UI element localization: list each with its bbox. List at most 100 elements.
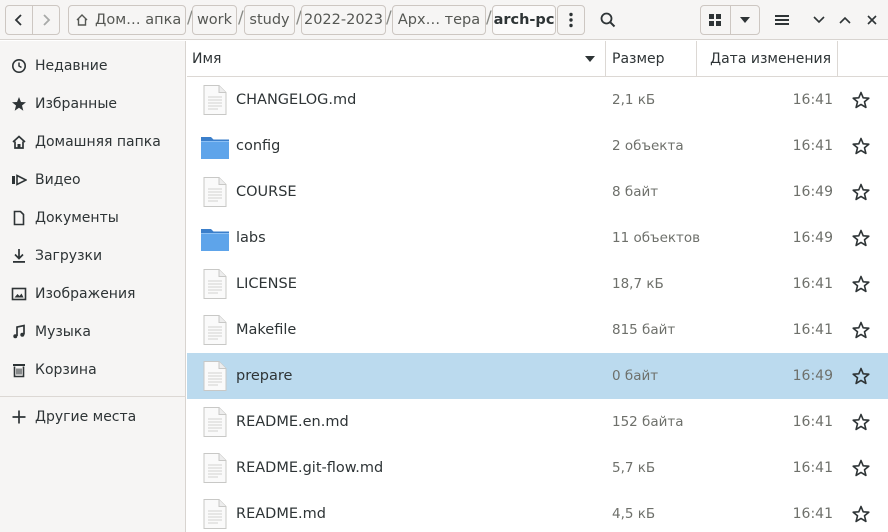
file-size: 152 байта	[612, 414, 684, 430]
sidebar-item-music[interactable]: Музыка	[0, 313, 186, 351]
table-row[interactable]: README.en.md 152 байта 16:41	[187, 399, 888, 445]
file-modified: 16:49	[792, 368, 833, 384]
file-modified: 16:41	[792, 506, 833, 522]
path-menu-button[interactable]	[557, 5, 585, 35]
view-options-button[interactable]	[731, 6, 759, 34]
sidebar-item-trash[interactable]: Корзина	[0, 351, 186, 389]
file-size: 8 байт	[612, 184, 659, 200]
text-file-icon	[200, 360, 230, 392]
sidebar-item-label: Изображения	[35, 286, 136, 302]
breadcrumb-label: arch-pc	[493, 12, 555, 28]
table-row[interactable]: Makefile 815 байт 16:41	[187, 307, 888, 353]
table-row[interactable]: README.git-flow.md 5,7 кБ 16:41	[187, 445, 888, 491]
download-icon	[10, 248, 27, 265]
column-star-header	[838, 41, 888, 77]
home-icon	[10, 134, 27, 151]
sidebar-item-documents[interactable]: Документы	[0, 199, 186, 237]
star-icon[interactable]	[852, 275, 870, 293]
star-icon[interactable]	[852, 367, 870, 385]
more-vertical-icon	[569, 12, 573, 28]
breadcrumb-item[interactable]: study	[244, 5, 295, 35]
sidebar-item-videos[interactable]: Видео	[0, 161, 186, 199]
minimize-button[interactable]	[808, 5, 830, 35]
file-name: README.en.md	[236, 414, 349, 430]
text-file-icon	[200, 84, 230, 116]
text-file-icon	[200, 406, 230, 438]
sidebar-item-label: Корзина	[35, 362, 97, 378]
column-size-label: Размер	[612, 51, 665, 67]
star-icon[interactable]	[852, 137, 870, 155]
file-modified: 16:49	[792, 184, 833, 200]
sidebar-item-other-locations[interactable]: Другие места	[0, 398, 186, 436]
column-size-header[interactable]: Размер	[606, 41, 697, 77]
sidebar-item-downloads[interactable]: Загрузки	[0, 237, 186, 275]
close-button[interactable]	[861, 5, 883, 35]
breadcrumb-label: 2022-2023	[303, 12, 384, 28]
table-row[interactable]: CHANGELOG.md 2,1 кБ 16:41	[187, 77, 888, 123]
view-switcher	[700, 5, 760, 35]
sidebar-item-pictures[interactable]: Изображения	[0, 275, 186, 313]
sidebar-divider	[0, 396, 186, 397]
file-name: LICENSE	[236, 276, 297, 292]
file-name: COURSE	[236, 184, 297, 200]
star-icon[interactable]	[852, 459, 870, 477]
sidebar-item-home[interactable]: Домашняя папка	[0, 123, 186, 161]
sidebar-item-label: Домашняя папка	[35, 134, 161, 150]
search-icon	[600, 12, 616, 28]
column-date-header[interactable]: Дата изменения	[697, 41, 838, 77]
table-row[interactable]: COURSE 8 байт 16:49	[187, 169, 888, 215]
file-modified: 16:49	[792, 230, 833, 246]
music-icon	[10, 324, 27, 341]
breadcrumb-label: work	[196, 12, 233, 28]
chevron-down-icon	[813, 16, 825, 24]
file-size: 11 объектов	[612, 230, 701, 246]
close-icon	[867, 15, 877, 25]
sidebar-item-recent[interactable]: Недавние	[0, 47, 186, 85]
file-modified: 16:41	[792, 92, 833, 108]
breadcrumb-separator: /	[386, 8, 392, 28]
table-row[interactable]: config 2 объекта 16:41	[187, 123, 888, 169]
file-name: README.md	[236, 506, 326, 522]
table-row[interactable]: prepare 0 байт 16:49	[187, 353, 888, 399]
sort-descending-icon	[585, 56, 595, 62]
file-name: CHANGELOG.md	[236, 92, 357, 108]
breadcrumb-item[interactable]: Арх… тера	[392, 5, 486, 35]
star-icon[interactable]	[852, 229, 870, 247]
sidebar-item-starred[interactable]: Избранные	[0, 85, 186, 123]
file-modified: 16:41	[792, 276, 833, 292]
star-icon[interactable]	[852, 413, 870, 431]
main-menu-button[interactable]	[770, 5, 794, 35]
table-row[interactable]: labs 11 объектов 16:49	[187, 215, 888, 261]
maximize-button[interactable]	[834, 5, 856, 35]
star-icon[interactable]	[852, 183, 870, 201]
star-icon[interactable]	[852, 505, 870, 523]
search-button[interactable]	[595, 5, 621, 35]
file-name: README.git-flow.md	[236, 460, 384, 476]
grid-view-button[interactable]	[701, 6, 731, 34]
hamburger-icon	[775, 15, 789, 25]
file-list: Имя Размер Дата изменения CHANGELOG.md 2,…	[187, 41, 888, 532]
header-bar: Дом… апка / work / study / 2022-2023 / А…	[0, 0, 888, 40]
star-icon[interactable]	[852, 321, 870, 339]
star-icon[interactable]	[852, 91, 870, 109]
table-row[interactable]: LICENSE 18,7 кБ 16:41	[187, 261, 888, 307]
forward-button[interactable]	[32, 5, 60, 35]
back-button[interactable]	[5, 5, 33, 35]
file-name: Makefile	[236, 322, 297, 338]
file-name: prepare	[236, 368, 293, 384]
breadcrumb-item[interactable]: 2022-2023	[301, 5, 386, 35]
plus-icon	[10, 409, 27, 426]
breadcrumb-current[interactable]: arch-pc	[492, 5, 556, 35]
star-icon	[10, 96, 27, 113]
file-modified: 16:41	[792, 414, 833, 430]
breadcrumb-label: study	[249, 12, 290, 28]
document-icon	[10, 210, 27, 227]
table-row[interactable]: README.md 4,5 кБ 16:41	[187, 491, 888, 532]
sidebar-item-label: Документы	[35, 210, 119, 226]
breadcrumb-label: Арх… тера	[397, 12, 481, 28]
breadcrumb-home[interactable]: Дом… апка	[68, 5, 186, 35]
breadcrumb-item[interactable]: work	[192, 5, 237, 35]
chevron-down-icon	[739, 17, 750, 23]
breadcrumb-label: Дом… апка	[95, 12, 182, 28]
column-name-header[interactable]: Имя	[187, 41, 606, 77]
